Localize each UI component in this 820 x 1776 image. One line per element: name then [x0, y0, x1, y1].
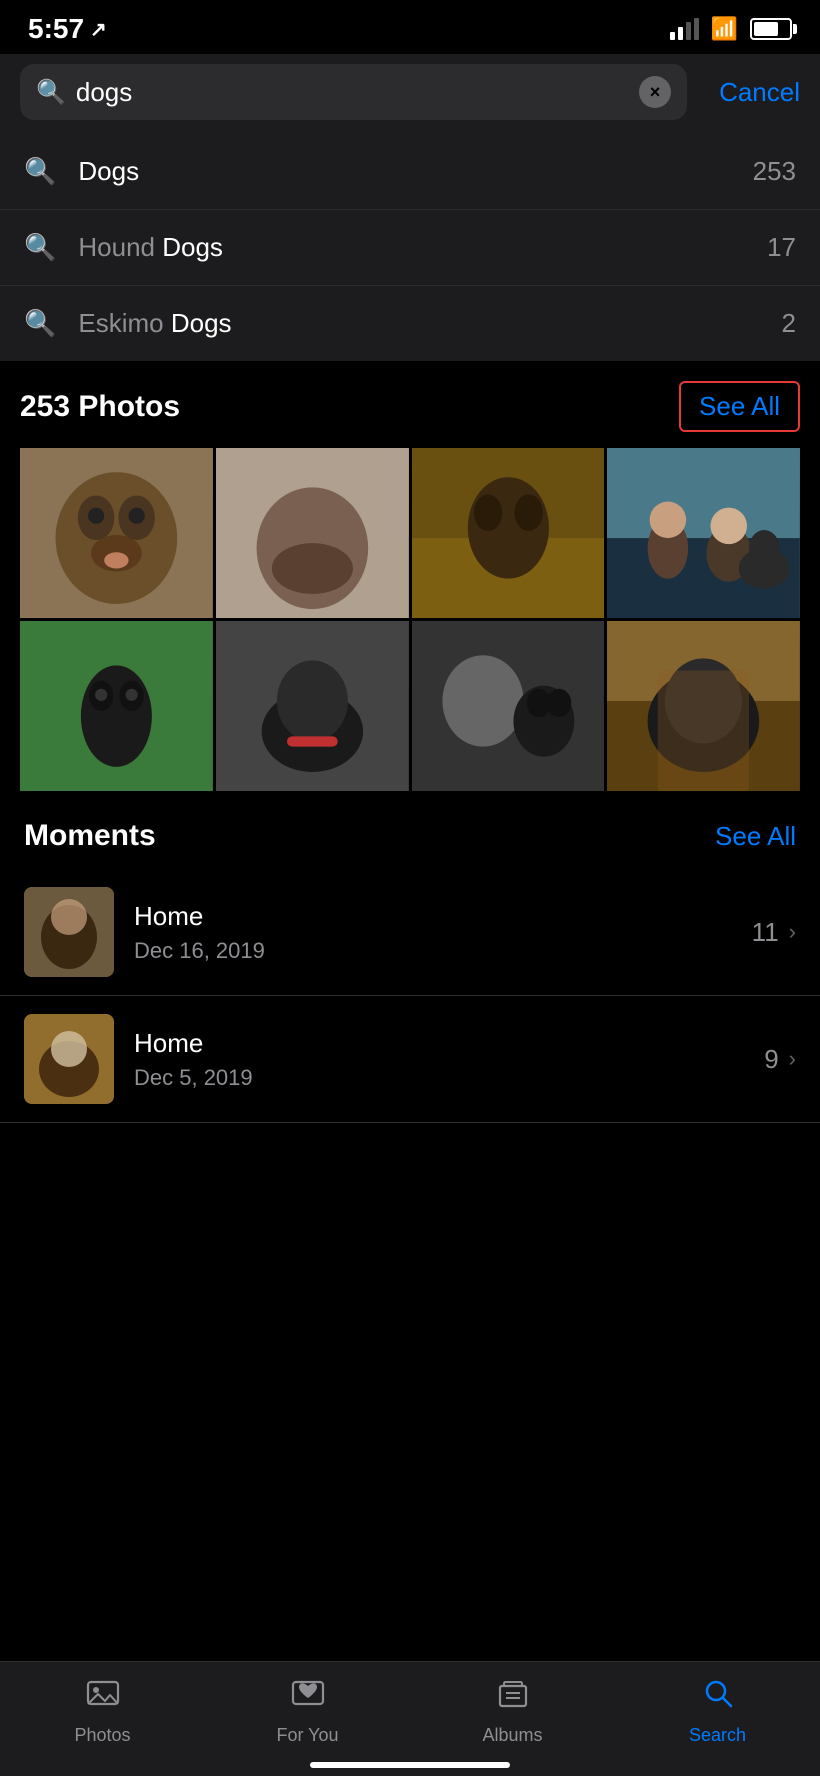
status-bar: 5:57 ↗ 📶	[0, 0, 820, 54]
albums-tab-label: Albums	[482, 1725, 542, 1746]
photos-section: 253 Photos See All	[0, 361, 820, 791]
moment-info-1: Home Dec 16, 2019	[134, 901, 732, 964]
suggestion-item-dogs[interactable]: 🔍 Dogs 253	[0, 134, 820, 210]
search-bar-area: 🔍 dogs × Cancel	[0, 54, 820, 134]
battery-icon	[750, 18, 792, 40]
suggestion-label-3: Eskimo Dogs	[78, 308, 759, 339]
moment-count-area-2: 9 ›	[764, 1044, 796, 1075]
moment-item-1[interactable]: Home Dec 16, 2019 11 ›	[0, 869, 820, 996]
search-bar[interactable]: 🔍 dogs ×	[20, 64, 687, 120]
moment-count-area-1: 11 ›	[752, 917, 796, 948]
photo-cell-7[interactable]	[412, 621, 605, 791]
suggestion-search-icon-3: 🔍	[24, 308, 56, 339]
tab-search[interactable]: Search	[615, 1676, 820, 1746]
moment-name-2: Home	[134, 1028, 744, 1059]
photo-cell-6[interactable]	[216, 621, 409, 791]
suggestion-label-1: Dogs	[78, 156, 730, 187]
moment-count-1: 11	[752, 917, 779, 948]
home-indicator	[310, 1762, 510, 1768]
moments-section: Moments See All Home Dec 16, 2019 11 ›	[0, 791, 820, 1123]
status-icons: 📶	[670, 16, 792, 42]
search-icon: 🔍	[36, 78, 66, 107]
photo-cell-8[interactable]	[607, 621, 800, 791]
moment-item-2[interactable]: Home Dec 5, 2019 9 ›	[0, 996, 820, 1123]
moment-date-1: Dec 16, 2019	[134, 938, 732, 964]
search-clear-button[interactable]: ×	[639, 76, 671, 108]
photo-cell-4[interactable]	[607, 448, 800, 618]
signal-bars	[670, 18, 699, 40]
location-icon: ↗	[90, 17, 107, 42]
suggestion-search-icon-2: 🔍	[24, 232, 56, 263]
cancel-button[interactable]: Cancel	[703, 77, 800, 108]
photo-cell-5[interactable]	[20, 621, 213, 791]
tab-albums[interactable]: Albums	[410, 1676, 615, 1746]
suggestion-count-3: 2	[782, 308, 796, 339]
moments-title: Moments	[24, 819, 156, 853]
suggestion-item-hound-dogs[interactable]: 🔍 Hound Dogs 17	[0, 210, 820, 286]
moments-see-all-button[interactable]: See All	[715, 821, 796, 852]
for-you-tab-icon	[291, 1676, 325, 1719]
suggestion-search-icon-1: 🔍	[24, 156, 56, 187]
photos-tab-label: Photos	[74, 1725, 130, 1746]
moment-count-2: 9	[764, 1044, 778, 1075]
photos-tab-icon	[86, 1676, 120, 1719]
search-tab-icon	[701, 1676, 735, 1719]
moment-thumbnail-1	[24, 887, 114, 977]
moment-info-2: Home Dec 5, 2019	[134, 1028, 744, 1091]
time-display: 5:57	[28, 13, 84, 45]
suggestion-count-1: 253	[753, 156, 796, 187]
suggestion-label-2: Hound Dogs	[78, 232, 745, 263]
status-time: 5:57 ↗	[28, 13, 107, 45]
albums-tab-icon	[496, 1676, 530, 1719]
moment-date-2: Dec 5, 2019	[134, 1065, 744, 1091]
tab-bar: Photos For You Albums Sear	[0, 1661, 820, 1776]
moment-thumbnail-2	[24, 1014, 114, 1104]
suggestion-item-eskimo-dogs[interactable]: 🔍 Eskimo Dogs 2	[0, 286, 820, 361]
photos-section-title: 253 Photos	[20, 390, 180, 424]
moments-header: Moments See All	[0, 819, 820, 869]
photo-cell-2[interactable]	[216, 448, 409, 618]
search-tab-label: Search	[689, 1725, 746, 1746]
tab-photos[interactable]: Photos	[0, 1676, 205, 1746]
photos-section-header: 253 Photos See All	[20, 381, 800, 432]
photo-cell-3[interactable]	[412, 448, 605, 618]
chevron-icon-1: ›	[789, 919, 796, 945]
moment-name-1: Home	[134, 901, 732, 932]
photo-cell-1[interactable]	[20, 448, 213, 618]
suggestions-list: 🔍 Dogs 253 🔍 Hound Dogs 17 🔍 Eskimo Dogs…	[0, 134, 820, 361]
wifi-icon: 📶	[711, 16, 738, 42]
chevron-icon-2: ›	[789, 1046, 796, 1072]
photo-grid	[20, 448, 800, 791]
suggestion-count-2: 17	[767, 232, 796, 263]
photos-see-all-button[interactable]: See All	[679, 381, 800, 432]
for-you-tab-label: For You	[276, 1725, 338, 1746]
tab-for-you[interactable]: For You	[205, 1676, 410, 1746]
search-input[interactable]: dogs	[76, 77, 629, 108]
